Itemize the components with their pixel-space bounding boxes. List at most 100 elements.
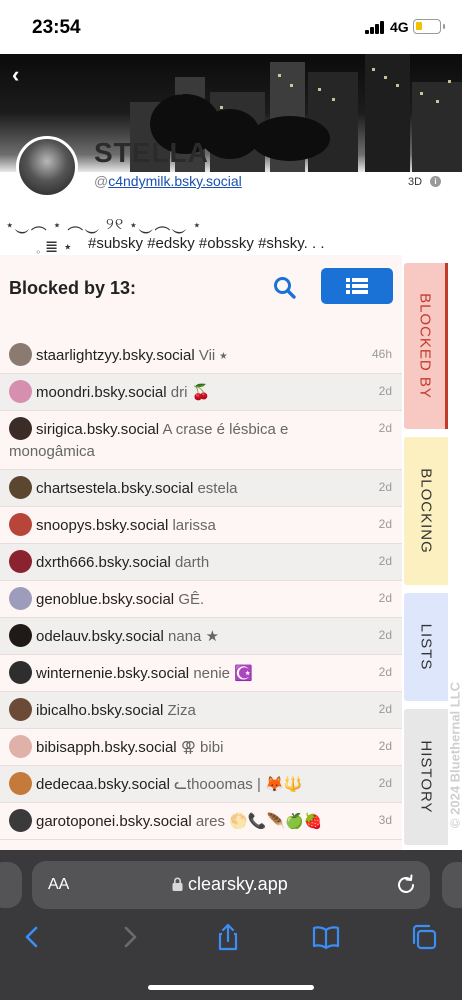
- list-view-button[interactable]: [321, 268, 393, 304]
- tab-history[interactable]: HISTORY: [404, 709, 448, 845]
- row-time: 2d: [378, 776, 392, 790]
- row-display-name: darth: [174, 554, 210, 571]
- lock-icon: [172, 877, 183, 891]
- bookmarks-icon[interactable]: [311, 922, 341, 952]
- side-tabs: BLOCKED BY BLOCKING LISTS HISTORY: [402, 255, 448, 850]
- handle-prefix: @: [94, 173, 109, 189]
- avatar: [9, 772, 32, 795]
- row-handle[interactable]: chartsestela.bsky.social: [36, 480, 193, 497]
- avatar: [9, 735, 32, 758]
- row-handle[interactable]: staarlightzyy.bsky.social: [36, 347, 195, 364]
- row-handle[interactable]: genoblue.bsky.social: [36, 591, 174, 608]
- previous-tab-peek[interactable]: [0, 862, 22, 908]
- list-item[interactable]: genoblue.bsky.social GÊ. 2d: [0, 581, 402, 618]
- row-display-name: ⚢ bibi: [180, 739, 224, 756]
- list-item[interactable]: moondri.bsky.social dri 🍒 2d: [0, 374, 402, 411]
- row-display-name: ares 🌕📞🪶🍏🍓: [195, 813, 323, 830]
- list-icon: [346, 278, 368, 294]
- list-item[interactable]: dxrth666.bsky.social darth 2d: [0, 544, 402, 581]
- list-item[interactable]: snoopys.bsky.social larissa 2d: [0, 507, 402, 544]
- list-item[interactable]: garotoponei.bsky.social ares 🌕📞🪶🍏🍓 3d: [0, 803, 402, 840]
- tab-lists[interactable]: LISTS: [404, 593, 448, 701]
- avatar: [9, 587, 32, 610]
- tab-history-label: HISTORY: [417, 740, 435, 814]
- row-handle[interactable]: odelauv.bsky.social: [36, 628, 164, 645]
- row-time: 2d: [378, 739, 392, 753]
- row-display-name: Vii ⭑: [198, 347, 228, 364]
- profile-name: STELLA: [94, 137, 209, 168]
- status-bar: 23:54 4G: [0, 0, 462, 54]
- back-button[interactable]: ‹: [12, 62, 19, 88]
- avatar: [16, 136, 78, 198]
- tab-blocking[interactable]: BLOCKING: [404, 437, 448, 585]
- list-item[interactable]: odelauv.bsky.social nana ★ 2d: [0, 618, 402, 655]
- row-handle[interactable]: ibicalho.bsky.social: [36, 702, 163, 719]
- search-icon[interactable]: [272, 275, 298, 301]
- tabs-icon[interactable]: [409, 922, 439, 952]
- copyright: © 2024 Bluethernal LLC: [448, 660, 462, 850]
- row-time: 2d: [378, 628, 392, 642]
- avatar: [9, 624, 32, 647]
- row-time: 2d: [378, 554, 392, 568]
- list-item[interactable]: staarlightzyy.bsky.social Vii ⭑ 46h: [0, 337, 402, 374]
- list-item[interactable]: dedecaa.bsky.social ᓚthooomas | 🦊🔱 2d: [0, 766, 402, 803]
- copyright-text: © 2024 Bluethernal LLC: [447, 681, 462, 829]
- row-handle[interactable]: bibisapph.bsky.social: [36, 739, 177, 756]
- next-tab-peek[interactable]: [442, 862, 462, 908]
- row-time: 2d: [378, 517, 392, 531]
- tab-lists-label: LISTS: [417, 623, 435, 671]
- url-text[interactable]: clearsky.app: [172, 874, 288, 895]
- row-display-name: ᓚthooomas | 🦊🔱: [174, 776, 303, 793]
- list-item[interactable]: chartsestela.bsky.social estela 2d: [0, 470, 402, 507]
- row-handle[interactable]: dedecaa.bsky.social: [36, 776, 170, 793]
- avatar: [9, 698, 32, 721]
- battery-icon: [413, 19, 445, 34]
- row-display-name: nana ★: [168, 628, 220, 645]
- profile-handle[interactable]: @c4ndymilk.bsky.social: [94, 173, 242, 189]
- back-icon[interactable]: [17, 922, 47, 952]
- row-handle[interactable]: snoopys.bsky.social: [36, 517, 168, 534]
- status-time: 23:54: [32, 17, 81, 38]
- handle-link[interactable]: c4ndymilk.bsky.social: [108, 173, 242, 189]
- tab-blocked-by-label: BLOCKED BY: [416, 293, 433, 399]
- row-time: 2d: [378, 421, 392, 435]
- tab-blocked-by[interactable]: BLOCKED BY: [404, 263, 448, 429]
- share-icon[interactable]: [213, 922, 243, 952]
- forward-icon[interactable]: [115, 922, 145, 952]
- list-item[interactable]: ibicalho.bsky.social Ziza 2d: [0, 692, 402, 729]
- avatar: [9, 476, 32, 499]
- list-item[interactable]: sirigica.bsky.social A crase é lésbica e…: [0, 411, 402, 470]
- reload-icon[interactable]: [394, 873, 418, 897]
- row-handle[interactable]: garotoponei.bsky.social: [36, 813, 192, 830]
- row-time: 2d: [378, 591, 392, 605]
- row-display-name: dri 🍒: [170, 384, 211, 401]
- row-time: 2d: [378, 702, 392, 716]
- row-handle[interactable]: winternenie.bsky.social: [36, 665, 189, 682]
- info-icon[interactable]: i: [430, 176, 441, 187]
- url-label: clearsky.app: [188, 874, 288, 894]
- panel-title: Blocked by 13:: [9, 278, 137, 298]
- row-handle[interactable]: dxrth666.bsky.social: [36, 554, 171, 571]
- bio-decoration: ⋆‿︵ ⋆ ︵‿ ୨୧ ⋆‿︵‿ ⋆: [6, 216, 202, 233]
- home-indicator: [148, 985, 314, 990]
- browser-toolbar: AA clearsky.app: [0, 850, 462, 1000]
- avatar: [9, 661, 32, 684]
- tab-blocking-label: BLOCKING: [417, 468, 435, 554]
- 3d-toggle[interactable]: 3D: [408, 176, 422, 188]
- reader-options-button[interactable]: AA: [48, 876, 69, 894]
- avatar: [9, 380, 32, 403]
- avatar: [9, 513, 32, 536]
- address-bar[interactable]: AA clearsky.app: [32, 861, 430, 909]
- bio-tags: #subsky #edsky #obssky #shsky. . .: [88, 235, 325, 252]
- row-time: 2d: [378, 384, 392, 398]
- row-display-name: nenie ☪️: [193, 665, 253, 682]
- avatar: [9, 809, 32, 832]
- avatar: [9, 550, 32, 573]
- row-time: 3d: [378, 813, 392, 827]
- row-handle[interactable]: sirigica.bsky.social: [36, 421, 159, 438]
- avatar: [9, 343, 32, 366]
- list-item[interactable]: bibisapph.bsky.social ⚢ bibi 2d: [0, 729, 402, 766]
- row-handle[interactable]: moondri.bsky.social: [36, 384, 167, 401]
- row-time: 2d: [378, 665, 392, 679]
- list-item[interactable]: winternenie.bsky.social nenie ☪️ 2d: [0, 655, 402, 692]
